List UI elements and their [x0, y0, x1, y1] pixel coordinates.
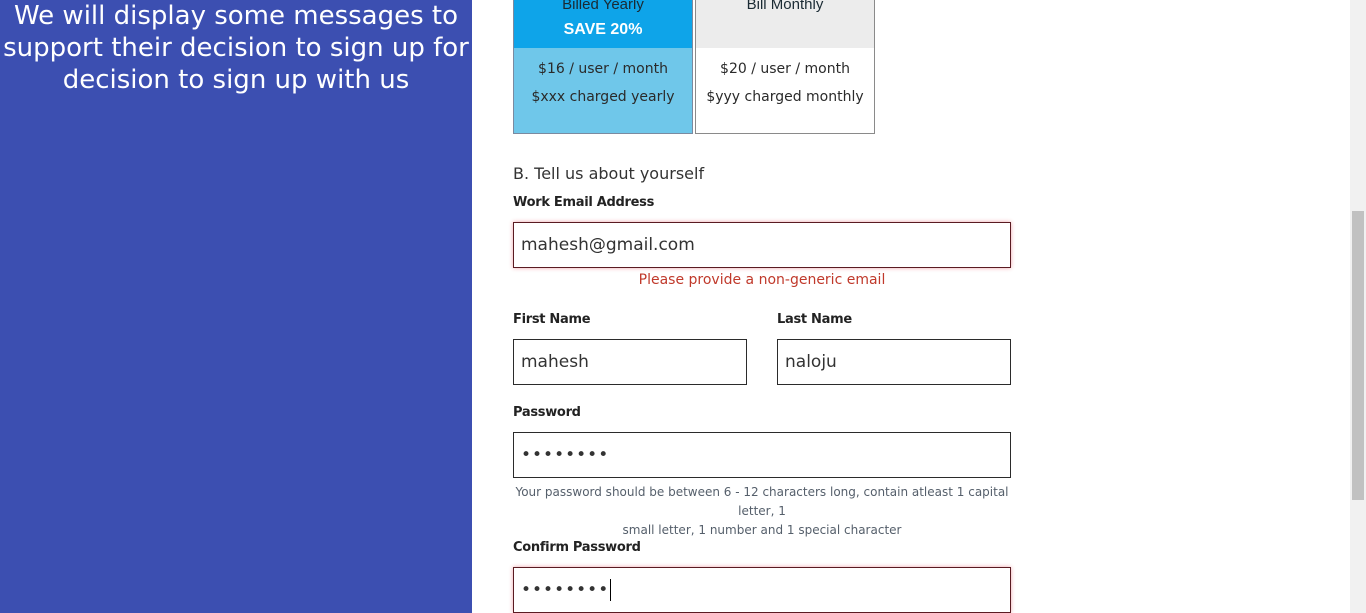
confirm-password-masked-value: ••••••••: [521, 580, 610, 600]
plan-monthly-body: $20 / user / month $yyy charged monthly: [696, 60, 874, 106]
plan-monthly-charge: $yyy charged monthly: [706, 89, 864, 105]
password-field[interactable]: ••••••••: [513, 432, 1011, 478]
support-message-line: We will display some messages to: [13, 1, 459, 31]
email-field[interactable]: mahesh@gmail.com: [513, 222, 1011, 268]
plan-yearly-charge: $xxx charged yearly: [531, 89, 675, 105]
plan-monthly-name: Bill Monthly: [746, 0, 824, 13]
last-name-value: naloju: [785, 352, 837, 372]
last-name-label: Last Name: [777, 312, 852, 327]
email-error-message: Please provide a non-generic email: [638, 272, 886, 288]
support-message: We will display some messages to support…: [0, 0, 472, 96]
plan-yearly-name: Billed Yearly: [562, 0, 644, 13]
password-masked-value: ••••••••: [521, 445, 610, 465]
password-hint: Your password should be between 6 - 12 c…: [513, 483, 1011, 540]
password-label: Password: [513, 405, 581, 420]
plan-yearly-save-badge: SAVE 20%: [563, 21, 643, 38]
left-info-panel: We will display some messages to support…: [0, 0, 472, 613]
plan-card-monthly[interactable]: Bill Monthly $20 / user / month $yyy cha…: [695, 0, 875, 134]
first-name-value: mahesh: [521, 352, 589, 372]
password-hint-line: small letter, 1 number and 1 special cha…: [622, 523, 902, 537]
email-value: mahesh@gmail.com: [521, 235, 695, 255]
password-hint-line: Your password should be between 6 - 12 c…: [515, 485, 1009, 518]
last-name-field[interactable]: naloju: [777, 339, 1011, 385]
plan-yearly-price: $16 / user / month: [538, 61, 668, 77]
text-cursor: [610, 579, 612, 601]
support-message-line: support their decision to sign up for: [3, 33, 469, 63]
signup-form-area: Billed Yearly SAVE 20% $16 / user / mont…: [472, 0, 1350, 613]
first-name-label: First Name: [513, 312, 591, 327]
email-label: Work Email Address: [513, 195, 655, 210]
section-title: B. Tell us about yourself: [513, 164, 705, 183]
confirm-password-label: Confirm Password: [513, 540, 641, 555]
plan-monthly-price: $20 / user / month: [720, 61, 850, 77]
scrollbar-thumb[interactable]: [1352, 211, 1364, 500]
support-message-line: decision to sign up with us: [62, 65, 410, 95]
plan-card-yearly[interactable]: Billed Yearly SAVE 20% $16 / user / mont…: [513, 0, 693, 134]
signup-page: We will display some messages to support…: [0, 0, 1366, 613]
confirm-password-field[interactable]: ••••••••: [513, 567, 1011, 613]
plan-monthly-header: Bill Monthly: [696, 0, 874, 48]
page-scrollbar[interactable]: [1350, 0, 1366, 613]
plan-yearly-body: $16 / user / month $xxx charged yearly: [514, 60, 692, 106]
first-name-field[interactable]: mahesh: [513, 339, 747, 385]
plan-yearly-header: Billed Yearly SAVE 20%: [514, 0, 692, 48]
